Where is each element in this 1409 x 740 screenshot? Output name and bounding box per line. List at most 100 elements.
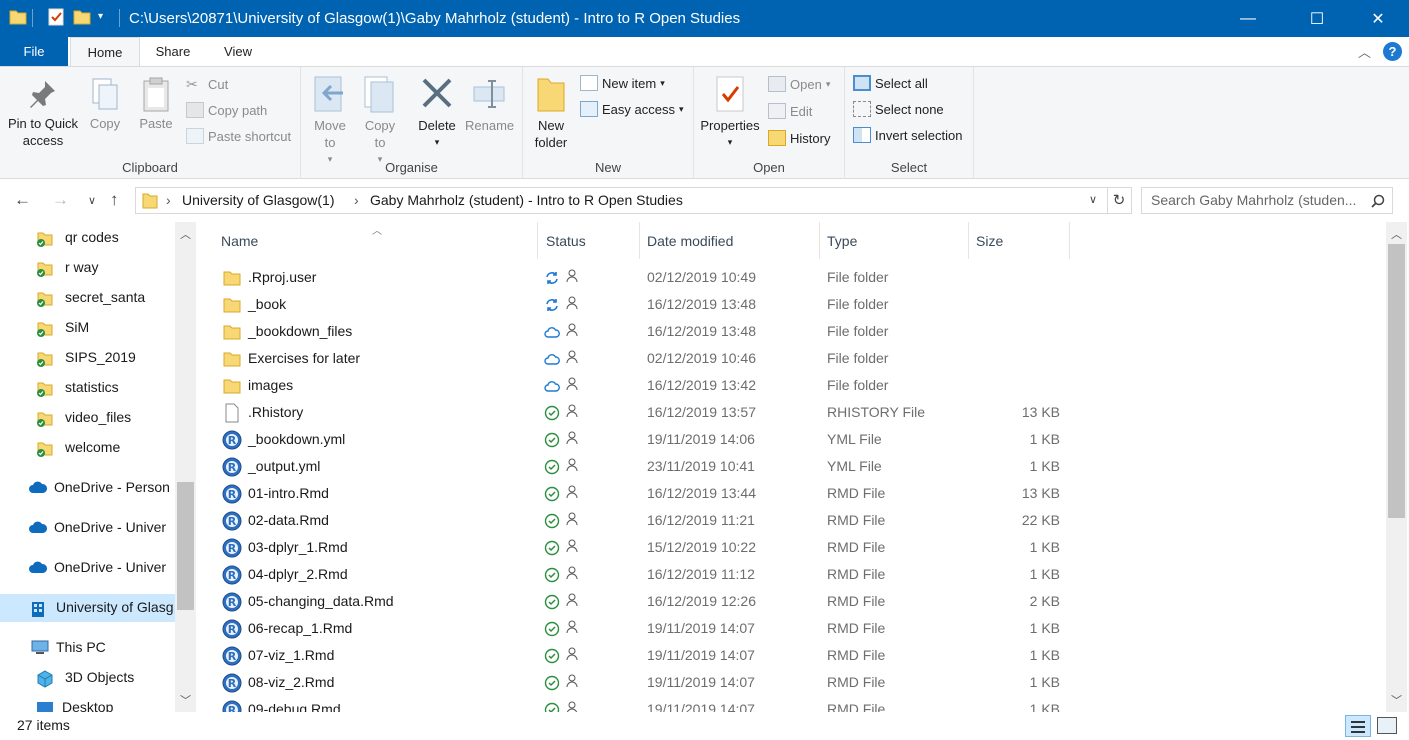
table-row[interactable]: R _bookdown.yml 19/11/2019 14:06 YML File 1 …	[216, 426, 1096, 453]
details-view-icon[interactable]	[1345, 715, 1371, 737]
paste-shortcut-button[interactable]: Paste shortcut	[186, 128, 291, 144]
refresh-icon[interactable]: ↻	[1107, 187, 1132, 214]
scroll-down-icon[interactable]: ﹀	[180, 692, 191, 708]
sidebar-item[interactable]: SiM	[0, 314, 175, 342]
paste-button[interactable]: Paste	[134, 77, 178, 132]
navigation-pane-scrollbar[interactable]: ︿ ﹀	[175, 222, 196, 712]
cut-button[interactable]: ✂ Cut	[186, 76, 228, 92]
up-icon[interactable]: ↑	[110, 190, 119, 210]
maximize-button[interactable]: ☐	[1294, 0, 1340, 37]
copy-path-button[interactable]: Copy path	[186, 102, 267, 118]
scroll-down-icon[interactable]: ﹀	[1391, 692, 1402, 708]
sidebar-item[interactable]: OneDrive - Univer	[0, 514, 175, 542]
delete-button[interactable]: Delete ▾	[415, 75, 459, 151]
rename-button[interactable]: Rename	[465, 75, 514, 134]
tab-view[interactable]: View	[210, 37, 266, 66]
new-group: New folder New item ▾ Easy access ▾ New	[523, 67, 694, 179]
table-row[interactable]: R 05-changing_data.Rmd 16/12/2019 12:26 RMD…	[216, 588, 1096, 615]
table-row[interactable]: .Rproj.user 02/12/2019 10:49 File folder	[216, 264, 1096, 291]
table-row[interactable]: R _output.yml 23/11/2019 10:41 YML File 1 KB	[216, 453, 1096, 480]
sidebar-item[interactable]: video_files	[0, 404, 175, 432]
help-icon[interactable]: ?	[1383, 42, 1402, 61]
sidebar-item[interactable]: statistics	[0, 374, 175, 402]
column-header-size[interactable]: Size	[969, 222, 1070, 259]
copy-button[interactable]: Copy	[84, 77, 126, 132]
scroll-up-icon[interactable]: ︿	[1391, 226, 1402, 242]
scroll-up-icon[interactable]: ︿	[180, 226, 191, 242]
organise-group: Move to ▾ Copy to ▾ Delete ▾ Rename Organis…	[301, 67, 523, 179]
table-row[interactable]: R 03-dplyr_1.Rmd 15/12/2019 10:22 RMD File 1…	[216, 534, 1096, 561]
sidebar-item-label: This PC	[56, 639, 106, 655]
close-button[interactable]: ✕	[1355, 0, 1401, 37]
sidebar-item[interactable]: welcome	[0, 434, 175, 462]
new-folder-button[interactable]: New folder	[529, 75, 573, 151]
move-to-button[interactable]: Move to ▾	[309, 75, 351, 168]
minimize-button[interactable]: —	[1225, 0, 1271, 37]
sidebar-item-label: qr codes	[65, 229, 119, 245]
table-row[interactable]: images 16/12/2019 13:42 File folder	[216, 372, 1096, 399]
sidebar-item[interactable]: qr codes	[0, 224, 175, 252]
pin-quick-access-button[interactable]: Pin to Quick access	[4, 77, 82, 149]
table-row[interactable]: R 06-recap_1.Rmd 19/11/2019 14:07 RMD File 1…	[216, 615, 1096, 642]
invert-selection-button[interactable]: Invert selection	[853, 127, 962, 143]
sidebar-item[interactable]: OneDrive - Person	[0, 474, 175, 502]
breadcrumb-chevron-icon[interactable]: ›	[354, 192, 359, 208]
sidebar-item[interactable]: Desktop	[0, 694, 175, 712]
file-date: 16/12/2019 12:26	[647, 593, 756, 609]
table-row[interactable]: R 07-viz_1.Rmd 19/11/2019 14:07 RMD File 1 K…	[216, 642, 1096, 669]
new-folder-quick-icon[interactable]	[73, 8, 91, 26]
new-item-button[interactable]: New item ▾	[580, 75, 665, 91]
folder-synced-icon	[36, 410, 54, 427]
properties-quick-icon[interactable]	[47, 8, 65, 26]
sidebar-item[interactable]: OneDrive - Univer	[0, 554, 175, 582]
column-header-name[interactable]: Name	[216, 222, 538, 259]
table-row[interactable]: R 01-intro.Rmd 16/12/2019 13:44 RMD File 13 …	[216, 480, 1096, 507]
folder-icon	[9, 10, 27, 25]
open-button[interactable]: Open ▾	[768, 76, 830, 92]
select-none-button[interactable]: Select none	[853, 101, 944, 117]
address-bar[interactable]: › University of Glasgow(1) › Gaby Mahrho…	[135, 187, 1108, 214]
table-row[interactable]: R 02-data.Rmd 16/12/2019 11:21 RMD File 22 K…	[216, 507, 1096, 534]
sidebar-item[interactable]: This PC	[0, 634, 175, 662]
scrollbar-thumb[interactable]	[1388, 244, 1405, 518]
select-all-button[interactable]: Select all	[853, 75, 928, 91]
tab-share[interactable]: Share	[144, 37, 202, 66]
table-row[interactable]: R 08-viz_2.Rmd 19/11/2019 14:07 RMD File 1 K…	[216, 669, 1096, 696]
forward-icon[interactable]: →	[52, 190, 69, 210]
table-row[interactable]: Exercises for later 02/12/2019 10:46 File …	[216, 345, 1096, 372]
collapse-ribbon-icon[interactable]: ︿	[1358, 42, 1371, 61]
table-row[interactable]: R 09-debug.Rmd 19/11/2019 14:07 RMD File 1 K…	[216, 696, 1096, 712]
sidebar-item[interactable]: University of Glasg	[0, 594, 175, 622]
tab-file[interactable]: File	[0, 37, 68, 66]
file-size: 1 KB	[1029, 647, 1060, 663]
breadcrumb-item[interactable]: University of Glasgow(1)	[182, 192, 335, 208]
sidebar-item[interactable]: SIPS_2019	[0, 344, 175, 372]
large-icons-view-icon[interactable]	[1377, 717, 1397, 734]
sidebar-item[interactable]: secret_santa	[0, 284, 175, 312]
easy-access-button[interactable]: Easy access ▾	[580, 101, 684, 117]
table-row[interactable]: .Rhistory 16/12/2019 13:57 RHISTORY File 13…	[216, 399, 1096, 426]
sidebar-item[interactable]: r way	[0, 254, 175, 282]
breadcrumb-chevron-icon[interactable]: ›	[166, 192, 171, 208]
back-icon[interactable]: ←	[14, 190, 31, 210]
edit-button[interactable]: Edit	[768, 103, 812, 119]
column-header-status[interactable]: Status	[538, 222, 640, 259]
history-button[interactable]: History	[768, 130, 830, 146]
file-list-scrollbar[interactable]: ︿ ﹀	[1386, 222, 1407, 712]
column-header-type[interactable]: Type	[820, 222, 969, 259]
cloud-only-icon	[544, 381, 560, 392]
recent-locations-icon[interactable]: ∨	[88, 194, 96, 207]
address-dropdown-icon[interactable]: ∨	[1089, 193, 1097, 206]
copy-to-button[interactable]: Copy to ▾	[359, 75, 401, 168]
search-box[interactable]: Search Gaby Mahrholz (studen...	[1141, 187, 1393, 214]
tab-home[interactable]: Home	[70, 37, 140, 66]
customize-quick-access-icon[interactable]: ▾	[98, 11, 103, 22]
table-row[interactable]: R 04-dplyr_2.Rmd 16/12/2019 11:12 RMD File 1…	[216, 561, 1096, 588]
properties-button[interactable]: Properties ▾	[698, 75, 762, 151]
sidebar-item[interactable]: 3D Objects	[0, 664, 175, 692]
scrollbar-thumb[interactable]	[177, 482, 194, 610]
column-header-date[interactable]: Date modified	[640, 222, 820, 259]
table-row[interactable]: _book 16/12/2019 13:48 File folder	[216, 291, 1096, 318]
breadcrumb-item[interactable]: Gaby Mahrholz (student) - Intro to R Ope…	[370, 192, 683, 208]
table-row[interactable]: _bookdown_files 16/12/2019 13:48 File fold…	[216, 318, 1096, 345]
